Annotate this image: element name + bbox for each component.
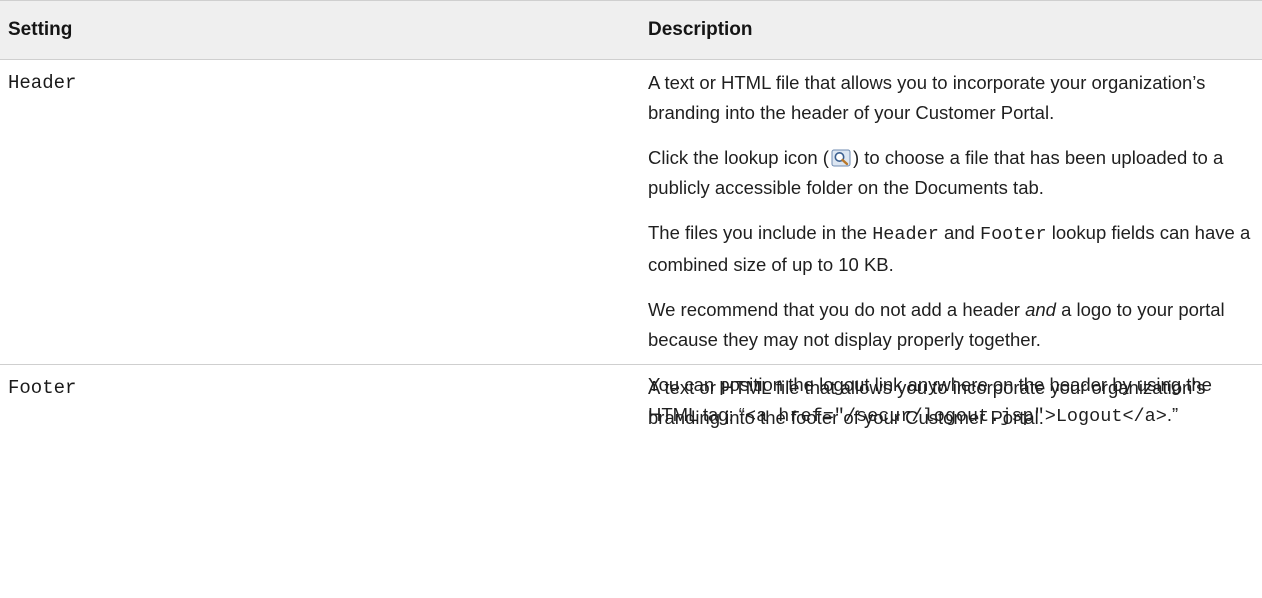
column-header-description: Description [648, 19, 753, 40]
text-run: We recommend that you do not add a heade… [648, 299, 1026, 320]
column-header-setting: Setting [8, 19, 73, 40]
text-run: The files you include in the [648, 222, 873, 243]
setting-name: Footer [8, 377, 77, 399]
description-paragraph: We recommend that you do not add a heade… [648, 295, 1254, 355]
table-row-footer-setting: Footer A text or HTML file that allows y… [0, 364, 1262, 428]
setting-name: Header [8, 72, 77, 94]
description-paragraph: A text or HTML file that allows you to i… [648, 72, 1206, 123]
settings-table: Setting Description Header A text or HTM… [0, 0, 1262, 428]
code-header: Header [872, 224, 939, 245]
table-header-row: Setting Description [0, 0, 1262, 59]
lookup-magnifier-icon [831, 146, 851, 167]
description-paragraph: The files you include in the Header and … [648, 218, 1254, 280]
setting-description: A text or HTML file that allows you to i… [640, 68, 1262, 427]
code-footer: Footer [979, 224, 1047, 245]
text-run: Click the lookup icon ( [648, 147, 829, 168]
text-run: and [938, 222, 980, 243]
description-paragraph: A text or HTML file that allows you to i… [648, 377, 1206, 428]
description-paragraph: Click the lookup icon () to choose a fil… [648, 143, 1254, 203]
emphasis: and [1025, 299, 1056, 320]
table-row-header-setting: Header A text or HTML file that allows y… [0, 59, 1262, 427]
setting-description: A text or HTML file that allows you to i… [640, 373, 1262, 428]
